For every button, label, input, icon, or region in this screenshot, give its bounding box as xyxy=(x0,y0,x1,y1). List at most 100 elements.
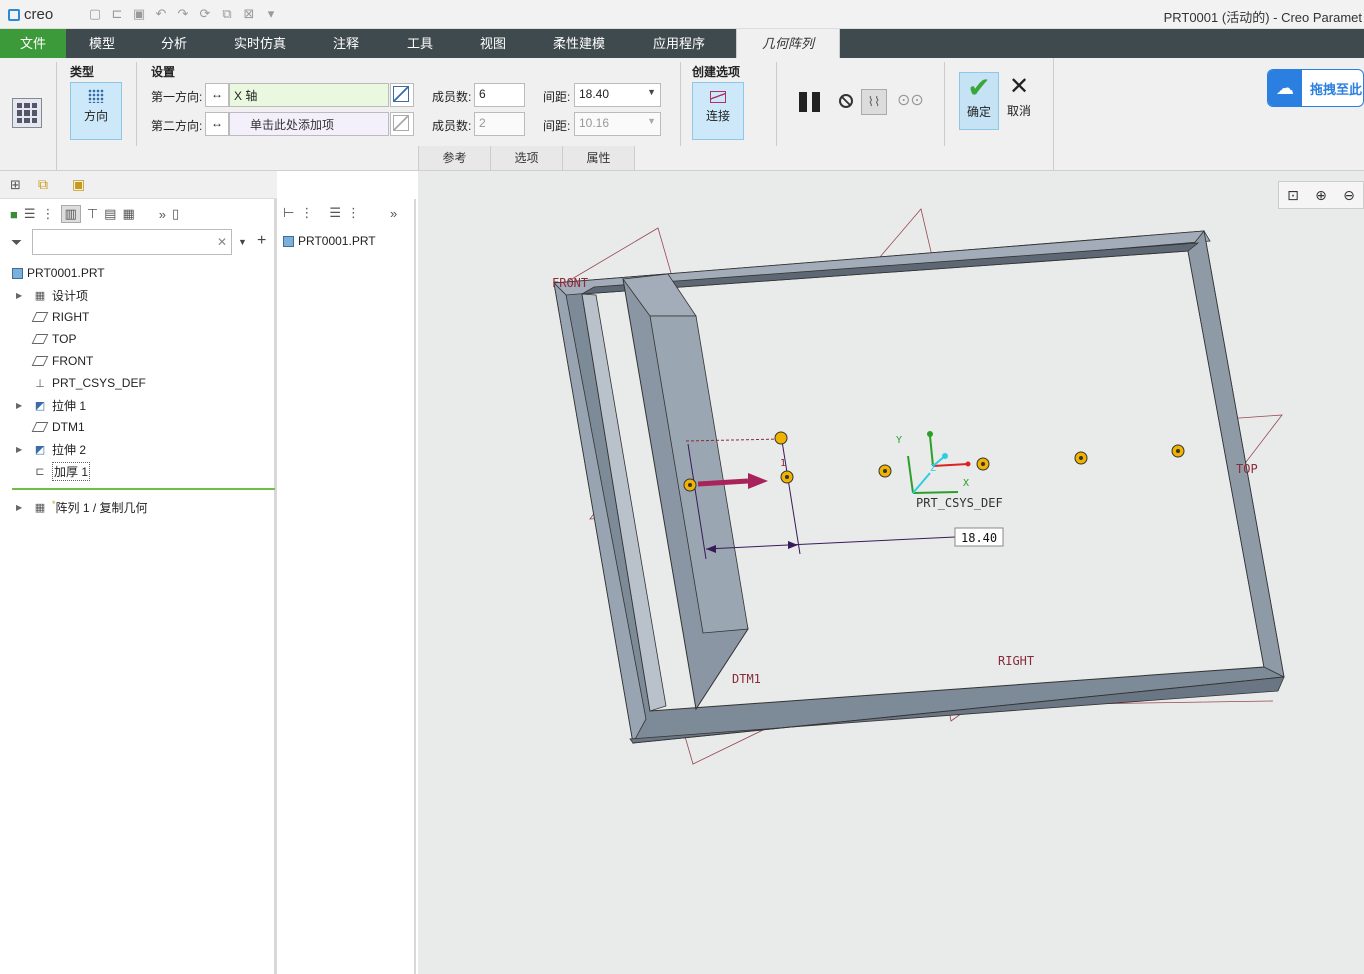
layer-tree-icon[interactable]: ⋮ xyxy=(300,205,313,221)
direction2-reference-field[interactable]: 单击此处添加项 xyxy=(229,112,389,136)
tree-select-icon[interactable]: ⊢ xyxy=(283,205,294,221)
tab-model[interactable]: 模型 xyxy=(66,29,138,58)
redo-icon[interactable]: ↷ xyxy=(174,5,192,23)
preview-geometry-icon[interactable]: ⌇⌇ xyxy=(861,89,887,115)
secondary-tree-root[interactable]: PRT0001.PRT xyxy=(271,230,376,252)
tab-properties[interactable]: 属性 xyxy=(563,146,635,170)
connect-label: 连接 xyxy=(705,109,730,123)
ribbon: 类型 方向 设置 第一方向: ↔ X 轴 第二方向: ↔ 单击此处添加项 成员数… xyxy=(0,58,1364,171)
direction1-flip-button[interactable] xyxy=(390,83,414,107)
new-file-icon[interactable]: ▢ xyxy=(86,5,104,23)
tree-view-icon[interactable]: ☰ xyxy=(24,206,36,222)
tree-settings-icon[interactable]: ▥ xyxy=(60,205,81,223)
insert-here-marker[interactable] xyxy=(12,488,275,490)
tree-item-front[interactable]: FRONT xyxy=(0,350,93,372)
spacing2-value: 10.16 xyxy=(579,116,610,130)
graphics-viewport[interactable]: ⊡ ⊕ ⊖ FRONT TOP RIGHT DTM1 PRT_CSYS_DEF … xyxy=(418,171,1364,974)
members1-input[interactable]: 6 xyxy=(474,83,525,107)
datum-plane-icon xyxy=(31,334,49,344)
tree-view-icon[interactable]: ☰ xyxy=(329,205,341,221)
tab-options[interactable]: 选项 xyxy=(491,146,563,170)
model-graphics[interactable]: FRONT TOP RIGHT DTM1 PRT_CSYS_DEF 18.40 … xyxy=(418,171,1364,974)
direction1-flip-icon[interactable]: ↔ xyxy=(205,83,229,107)
tab-file[interactable]: 文件 xyxy=(0,29,66,58)
save-icon[interactable]: ▣ xyxy=(130,5,148,23)
spacing2-select[interactable]: 10.16 ▼ xyxy=(574,112,661,136)
dtm1-label: DTM1 xyxy=(732,672,761,686)
filter-icon[interactable]: ⏷ xyxy=(11,234,22,251)
tree-item-design-items[interactable]: ▶ ▦ 设计项 xyxy=(0,284,88,306)
tree-item-thicken1[interactable]: ⊏ 加厚 1 xyxy=(0,460,91,482)
tree-search-input[interactable]: ✕ xyxy=(32,229,232,255)
more-chevron-icon[interactable]: » xyxy=(390,206,397,221)
expand-icon[interactable]: ▶ xyxy=(16,445,26,454)
datum-plane-icon xyxy=(31,312,49,322)
no-preview-icon[interactable] xyxy=(839,94,853,108)
tab-references[interactable]: 参考 xyxy=(418,146,491,170)
cancel-label: 取消 xyxy=(1006,104,1031,118)
tree-item-label: RIGHT xyxy=(52,310,90,324)
tab-analysis[interactable]: 分析 xyxy=(138,29,210,58)
direction2-flip-icon[interactable]: ↔ xyxy=(205,112,229,136)
tree-item-right[interactable]: RIGHT xyxy=(0,306,89,328)
datum-plane-icon xyxy=(31,356,49,366)
cancel-button[interactable]: ✕ 取消 xyxy=(1003,72,1035,130)
connect-button[interactable]: 连接 xyxy=(692,82,744,140)
open-file-icon[interactable]: ⊏ xyxy=(108,5,126,23)
tab-geometry-pattern[interactable]: 几何阵列 xyxy=(736,29,840,58)
tab-flexible-modeling[interactable]: 柔性建模 xyxy=(528,29,630,58)
connect-icon xyxy=(710,91,726,103)
type-label: 类型 xyxy=(70,65,95,79)
pause-icon[interactable] xyxy=(799,92,823,112)
secondary-tree-toolbar: ⊢ ⋮ ☰ ⋮ » xyxy=(283,205,397,221)
windows-icon[interactable]: ⧉ xyxy=(218,5,236,23)
tree-item-top[interactable]: TOP xyxy=(0,328,76,350)
undo-icon[interactable]: ↶ xyxy=(152,5,170,23)
more-chevron-icon[interactable]: » xyxy=(159,207,166,222)
datum-plane-icon xyxy=(31,422,49,432)
clear-icon[interactable]: ✕ xyxy=(217,235,227,249)
tree-item-label: 拉伸 2 xyxy=(52,442,87,457)
expand-icon[interactable]: ▶ xyxy=(16,401,26,410)
members2-input[interactable]: 2 xyxy=(474,112,525,136)
drag-here-button[interactable]: ☁ 拖拽至此 xyxy=(1267,69,1364,107)
tree-item-extrude1[interactable]: ▶ ◩ 拉伸 1 xyxy=(0,394,86,416)
tree-columns-icon[interactable]: ▤ xyxy=(104,206,116,222)
close-window-icon[interactable]: ⊠ xyxy=(240,5,258,23)
expand-icon[interactable]: ▶ xyxy=(16,503,26,512)
regenerate-icon[interactable]: ⟳ xyxy=(196,5,214,23)
tree-item-label: 加厚 1 xyxy=(52,461,91,481)
tab-simulation[interactable]: 实时仿真 xyxy=(210,29,310,58)
tab-applications[interactable]: 应用程序 xyxy=(630,29,728,58)
member-index-label: 1 xyxy=(780,458,786,469)
direction2-flip-button[interactable] xyxy=(390,112,414,136)
tree-options-icon[interactable]: ⋮ xyxy=(347,205,360,221)
tree-item-root[interactable]: PRT0001.PRT xyxy=(0,262,105,284)
tab-tools[interactable]: 工具 xyxy=(382,29,458,58)
tab-annotate[interactable]: 注释 xyxy=(310,29,382,58)
tree-item-pattern1[interactable]: ▶ ▦ * 阵列 1 / 复制几何 xyxy=(0,496,148,518)
document-icon[interactable]: ▯ xyxy=(172,206,179,222)
spacing1-label: 间距: xyxy=(543,90,571,104)
tree-item-extrude2[interactable]: ▶ ◩ 拉伸 2 xyxy=(0,438,86,460)
layer-tree-icon[interactable]: ⋮ xyxy=(42,206,55,222)
tree-item-csys[interactable]: ⊥ PRT_CSYS_DEF xyxy=(0,372,146,394)
verify-glasses-icon[interactable]: ⊙⊙ xyxy=(897,93,924,109)
direction-type-button[interactable]: 方向 xyxy=(70,82,122,140)
direction1-reference-field[interactable]: X 轴 xyxy=(229,83,389,107)
filter-dropdown-icon[interactable]: ▼ xyxy=(238,237,247,247)
folder-browser-tab-icon[interactable]: ⧉ xyxy=(38,176,48,193)
add-icon[interactable]: + xyxy=(257,232,266,250)
show-icon[interactable]: ▦ xyxy=(122,206,134,222)
tree-item-dtm1[interactable]: DTM1 xyxy=(0,416,85,438)
ok-button[interactable]: ✔ 确定 xyxy=(959,72,999,130)
model-icon[interactable]: ■ xyxy=(10,207,18,222)
tab-view[interactable]: 视图 xyxy=(458,29,528,58)
expand-icon[interactable]: ▶ xyxy=(16,291,26,300)
favorites-tab-icon[interactable]: ▣ xyxy=(72,176,85,193)
tree-filter-icon[interactable]: ⊤ xyxy=(87,206,98,222)
tree-item-label: TOP xyxy=(52,332,77,346)
spacing1-select[interactable]: 18.40 ▼ xyxy=(574,83,661,107)
model-tree-tab-icon[interactable]: ⊞ xyxy=(10,177,21,193)
customize-icon[interactable]: ▾ xyxy=(262,5,280,23)
